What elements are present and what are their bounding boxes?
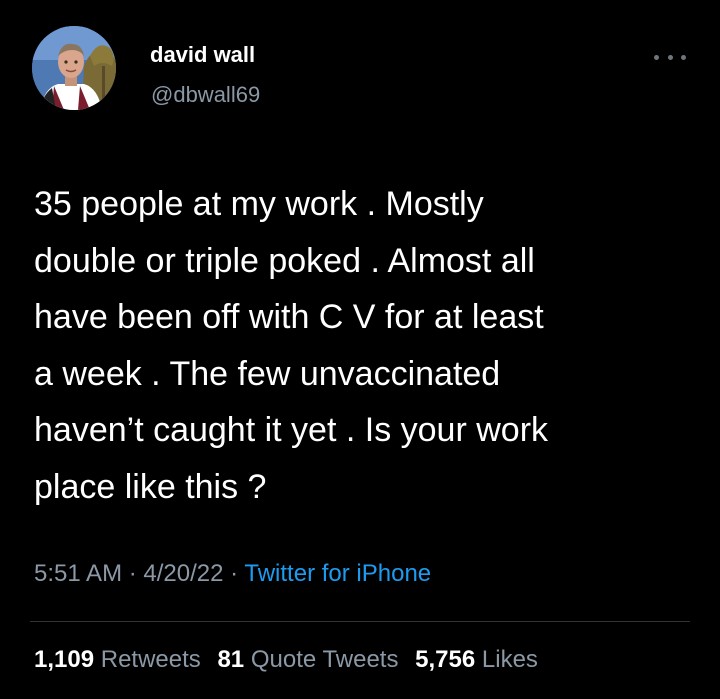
quote-tweets-stat[interactable]: 81 Quote Tweets — [217, 646, 398, 673]
tweet-time[interactable]: 5:51 AM — [34, 560, 122, 587]
retweets-stat[interactable]: 1,109 Retweets — [34, 646, 201, 673]
tweet-text-line: double or triple poked . Almost all — [34, 241, 535, 280]
engagement-stats: 1,109 Retweets 81 Quote Tweets 5,756 Lik… — [34, 646, 548, 674]
likes-label: Likes — [481, 646, 538, 673]
tweet-text-line: haven’t caught it yet . Is your work — [34, 411, 549, 449]
tweet-text-line: place like this ? — [34, 467, 267, 506]
retweets-count: 1,109 — [34, 646, 95, 673]
retweets-label: Retweets — [100, 646, 201, 673]
avatar-photo-icon — [32, 26, 116, 110]
tweet-meta: 5:51 AM · 4/20/22 · Twitter for iPhone — [34, 560, 431, 588]
tweet-text-line: have been off with C V for at least — [34, 298, 544, 336]
tweet-date[interactable]: 4/20/22 — [143, 560, 223, 587]
meta-separator: · — [128, 560, 137, 587]
user-handle[interactable]: @dbwall69 — [151, 82, 260, 108]
avatar[interactable] — [32, 26, 116, 110]
likes-count: 5,756 — [415, 646, 476, 673]
tweet-source-link[interactable]: Twitter for iPhone — [244, 560, 431, 587]
tweet-text-line: 35 people at my work . Mostly — [34, 185, 484, 223]
divider — [30, 621, 690, 622]
more-dot-icon — [667, 54, 673, 60]
display-name[interactable]: david wall — [150, 42, 255, 68]
quote-tweets-count: 81 — [217, 646, 245, 673]
likes-stat[interactable]: 5,756 Likes — [415, 646, 538, 673]
more-dot-icon — [681, 54, 686, 60]
more-dot-icon — [654, 54, 659, 60]
meta-separator: · — [230, 560, 239, 587]
tweet-text-line: a week . The few unvaccinated — [34, 354, 501, 393]
tweet-text: 35 people at my work . Mostly double or … — [34, 176, 694, 515]
more-options-icon[interactable] — [654, 46, 686, 68]
quote-tweets-label: Quote Tweets — [250, 646, 399, 673]
